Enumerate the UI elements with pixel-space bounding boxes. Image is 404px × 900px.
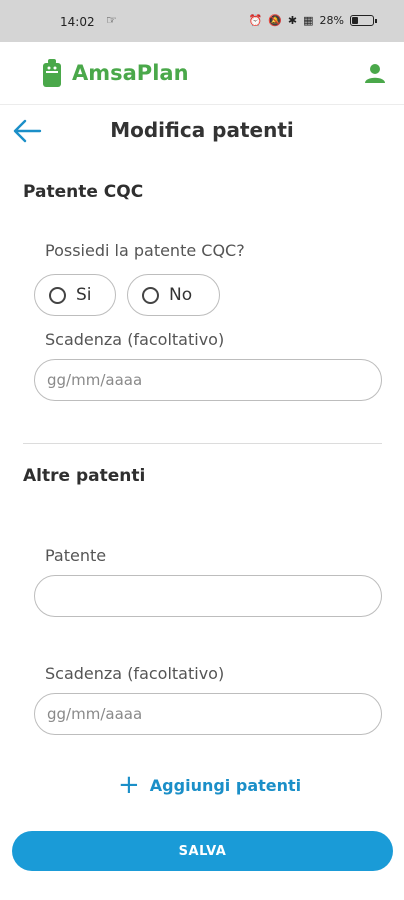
radio-si[interactable]: Si [34,274,116,316]
section-divider [23,443,382,444]
other-expiry-input[interactable] [34,693,382,735]
bin-logo-icon [43,59,61,87]
cqc-expiry-input[interactable] [34,359,382,401]
app-logo: AmsaPlan [40,58,189,88]
other-expiry-label: Scadenza (facoltativo) [45,664,225,683]
license-label: Patente [45,546,107,565]
title-bar: Modifica patenti [0,108,404,156]
signal-icon: ▦ [303,14,314,27]
section-title-cqc: Patente CQC [23,182,144,202]
bluetooth-icon: ✱ [287,14,298,27]
plus-icon: + [118,770,140,800]
status-bar: 14:02 ☞ ⏰ 🔕 ✱ ▦ 28% [0,0,404,42]
mute-icon: 🔕 [268,14,282,27]
radio-circle-icon [142,286,159,304]
app-header: AmsaPlan [0,42,404,105]
save-button[interactable]: SALVA [12,831,393,871]
radio-no-label: No [169,285,193,305]
radio-circle-icon [49,286,66,304]
radio-si-label: Si [76,285,92,305]
page-title: Modifica patenti [110,118,294,142]
license-input[interactable] [34,575,382,617]
status-icons: ⏰ 🔕 ✱ ▦ 28% [248,14,377,27]
status-time: 14:02 [60,15,95,29]
radio-no[interactable]: No [127,274,220,316]
section-title-other: Altre patenti [23,466,146,486]
alarm-icon: ⏰ [248,14,263,27]
user-profile-icon[interactable] [364,62,386,84]
cqc-expiry-label: Scadenza (facoltativo) [45,330,225,349]
brand-name: AmsaPlan [72,61,189,85]
battery-icon [350,15,377,26]
add-license-link[interactable]: + Aggiungi patenti [118,772,301,798]
battery-text: 28% [319,14,344,27]
add-license-label: Aggiungi patenti [149,775,302,795]
notification-icon: ☞ [106,13,117,27]
cqc-question: Possiedi la patente CQC? [45,241,245,260]
